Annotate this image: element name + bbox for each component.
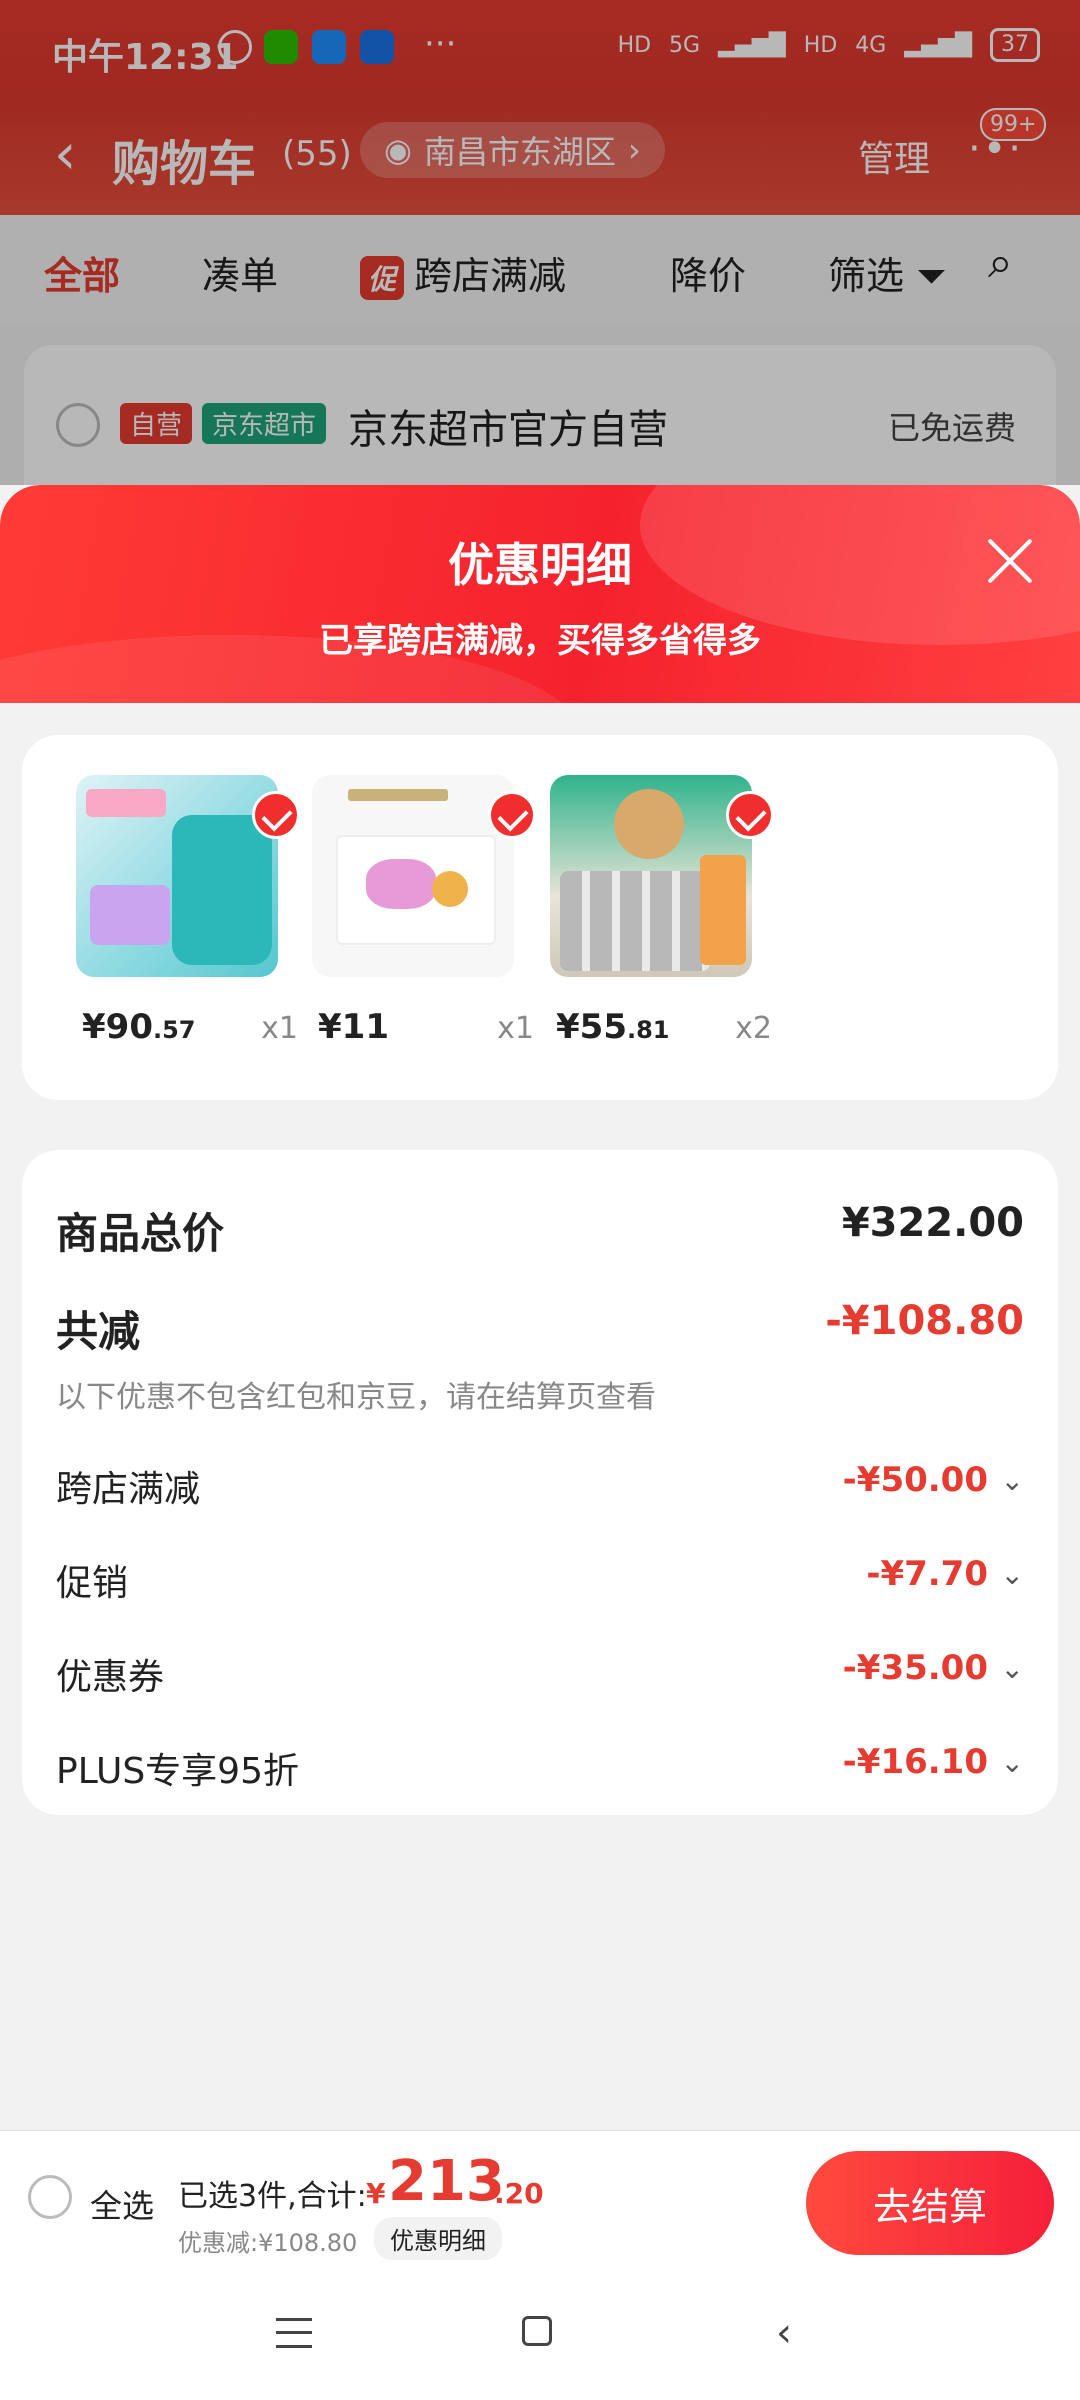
total-price-label: 商品总价 bbox=[56, 1209, 225, 1258]
product-price: ¥11 bbox=[318, 1007, 389, 1047]
discount-item-label: 跨店满减 bbox=[56, 1469, 201, 1510]
discount-item-row[interactable]: 优惠券 -¥35.00 ⌄ bbox=[56, 1648, 1024, 1700]
discount-item-value: -¥16.10 bbox=[842, 1742, 988, 1782]
total-reduce-value: -¥108.80 bbox=[825, 1298, 1024, 1344]
product-price-decimal: .81 bbox=[626, 1016, 670, 1044]
total-amount-decimal: .20 bbox=[494, 2177, 544, 2210]
discount-item-value: -¥50.00 bbox=[842, 1460, 988, 1500]
product-price: ¥90 bbox=[82, 1007, 153, 1047]
sheet-header: 优惠明细 已享跨店满减，买得多省得多 bbox=[0, 485, 1080, 703]
menu-icon[interactable] bbox=[276, 2318, 312, 2348]
checkout-button[interactable]: 去结算 bbox=[806, 2151, 1054, 2255]
back-nav-icon[interactable]: ‹ bbox=[776, 2310, 792, 2356]
home-icon[interactable] bbox=[522, 2316, 552, 2346]
checked-icon bbox=[252, 791, 300, 839]
discount-item-row[interactable]: 跨店满减 -¥50.00 ⌄ bbox=[56, 1460, 1024, 1512]
price-summary-card: 商品总价 ¥322.00 共减 -¥108.80 以下优惠不包含红包和京豆，请在… bbox=[22, 1150, 1058, 1815]
discount-amount: 优惠减:¥108.80 bbox=[178, 2229, 358, 2257]
system-nav-bar: ‹ bbox=[0, 2270, 1080, 2400]
discount-note-row: 以下优惠不包含红包和京豆，请在结算页查看 bbox=[56, 1372, 1024, 1416]
selected-info: 已选3件,合计: bbox=[178, 2179, 367, 2214]
select-all-label[interactable]: 全选 bbox=[90, 2181, 154, 2227]
checked-icon bbox=[726, 791, 774, 839]
checkout-bar: 全选 已选3件,合计: ¥ 213 .20 优惠减:¥108.80 优惠明细 去… bbox=[0, 2130, 1080, 2270]
close-icon[interactable] bbox=[980, 531, 1040, 591]
discount-detail-sheet: 优惠明细 已享跨店满减，买得多省得多 ¥90.57 x1 ¥11 x1 ¥55.… bbox=[0, 485, 1080, 2135]
discount-item-label: 优惠券 bbox=[56, 1657, 165, 1698]
total-yen-symbol: ¥ bbox=[366, 2177, 386, 2210]
total-amount: 213 bbox=[388, 2149, 505, 2214]
discount-item-label: PLUS专享95折 bbox=[56, 1751, 299, 1792]
total-price-row: 商品总价 ¥322.00 bbox=[56, 1200, 1024, 1261]
product-qty: x2 bbox=[735, 1011, 772, 1046]
product-image bbox=[312, 775, 514, 977]
product-price-decimal: .57 bbox=[152, 1016, 196, 1044]
total-reduce-label: 共减 bbox=[56, 1307, 141, 1356]
sheet-subtitle: 已享跨店满减，买得多省得多 bbox=[319, 621, 761, 661]
product-image bbox=[76, 775, 278, 977]
product-qty: x1 bbox=[497, 1011, 534, 1046]
discount-item-label: 促销 bbox=[56, 1563, 129, 1604]
chevron-down-icon[interactable]: ⌄ bbox=[1001, 1652, 1024, 1685]
discount-item-row[interactable]: PLUS专享95折 -¥16.10 ⌄ bbox=[56, 1742, 1024, 1794]
discount-note: 以下优惠不包含红包和京豆，请在结算页查看 bbox=[56, 1380, 656, 1415]
total-price-value: ¥322.00 bbox=[841, 1200, 1024, 1246]
product-price: ¥55 bbox=[556, 1007, 627, 1047]
select-all-radio[interactable] bbox=[28, 2175, 72, 2219]
checked-icon bbox=[488, 791, 536, 839]
discount-item-value: -¥35.00 bbox=[842, 1648, 988, 1688]
sheet-title: 优惠明细 bbox=[448, 538, 632, 592]
total-reduce-row: 共减 -¥108.80 bbox=[56, 1298, 1024, 1359]
chevron-down-icon[interactable]: ⌄ bbox=[1001, 1746, 1024, 1779]
discount-detail-button[interactable]: 优惠明细 bbox=[374, 2217, 502, 2260]
dim-overlay[interactable] bbox=[0, 0, 1080, 485]
discount-item-value: -¥7.70 bbox=[866, 1554, 988, 1594]
product-image bbox=[550, 775, 752, 977]
product-list-card: ¥90.57 x1 ¥11 x1 ¥55.81 x2 bbox=[22, 735, 1058, 1100]
product-qty: x1 bbox=[261, 1011, 298, 1046]
chevron-down-icon[interactable]: ⌄ bbox=[1001, 1558, 1024, 1591]
chevron-down-icon[interactable]: ⌄ bbox=[1001, 1464, 1024, 1497]
discount-item-row[interactable]: 促销 -¥7.70 ⌄ bbox=[56, 1554, 1024, 1606]
